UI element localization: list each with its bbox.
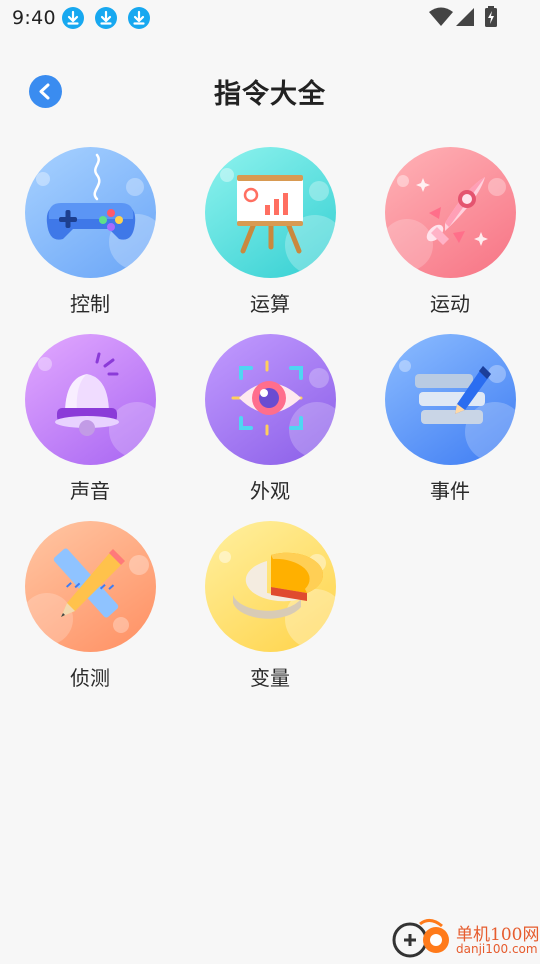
download-icon xyxy=(95,7,117,29)
watermark-url: danji100.com xyxy=(456,942,538,956)
pie-chart-icon xyxy=(219,551,336,649)
category-tile-operation[interactable]: 运算 xyxy=(180,147,360,327)
category-label: 变量 xyxy=(250,666,290,690)
page-title: 指令大全 xyxy=(214,79,326,110)
watermark-logo: 单机100网 danji100.com xyxy=(390,918,540,960)
watermark-logo-icon xyxy=(392,919,449,958)
gamepad-icon xyxy=(36,153,156,270)
presentation-board-icon xyxy=(220,168,336,275)
category-tile-sensing[interactable]: 侦测 xyxy=(0,521,180,701)
category-tile-motion[interactable]: 运动 xyxy=(360,147,540,327)
wifi-icon xyxy=(429,7,453,26)
bell-icon xyxy=(38,352,156,458)
checklist-pencil-icon xyxy=(399,360,516,462)
category-tile-event[interactable]: 事件 xyxy=(360,334,540,514)
cellular-signal-icon xyxy=(456,8,474,26)
status-time: 9:40 xyxy=(12,7,56,29)
eye-icon xyxy=(231,360,336,458)
category-label: 外观 xyxy=(250,479,290,503)
download-icon xyxy=(128,7,150,29)
pencil-ruler-icon xyxy=(25,548,149,645)
download-icon xyxy=(62,7,84,29)
battery-icon xyxy=(485,6,497,27)
category-tile-variable[interactable]: 变量 xyxy=(180,521,360,701)
status-bar: 9:40 xyxy=(0,0,540,36)
category-tile-control[interactable]: 控制 xyxy=(0,147,180,327)
category-tile-sound[interactable]: 声音 xyxy=(0,334,180,514)
category-label: 侦测 xyxy=(70,666,110,690)
category-label: 运动 xyxy=(430,292,470,316)
category-label: 事件 xyxy=(430,479,470,503)
rocket-icon xyxy=(385,175,506,271)
category-tile-appearance[interactable]: 外观 xyxy=(180,334,360,514)
category-label: 声音 xyxy=(70,479,110,503)
category-label: 运算 xyxy=(250,292,290,316)
category-label: 控制 xyxy=(70,292,110,316)
